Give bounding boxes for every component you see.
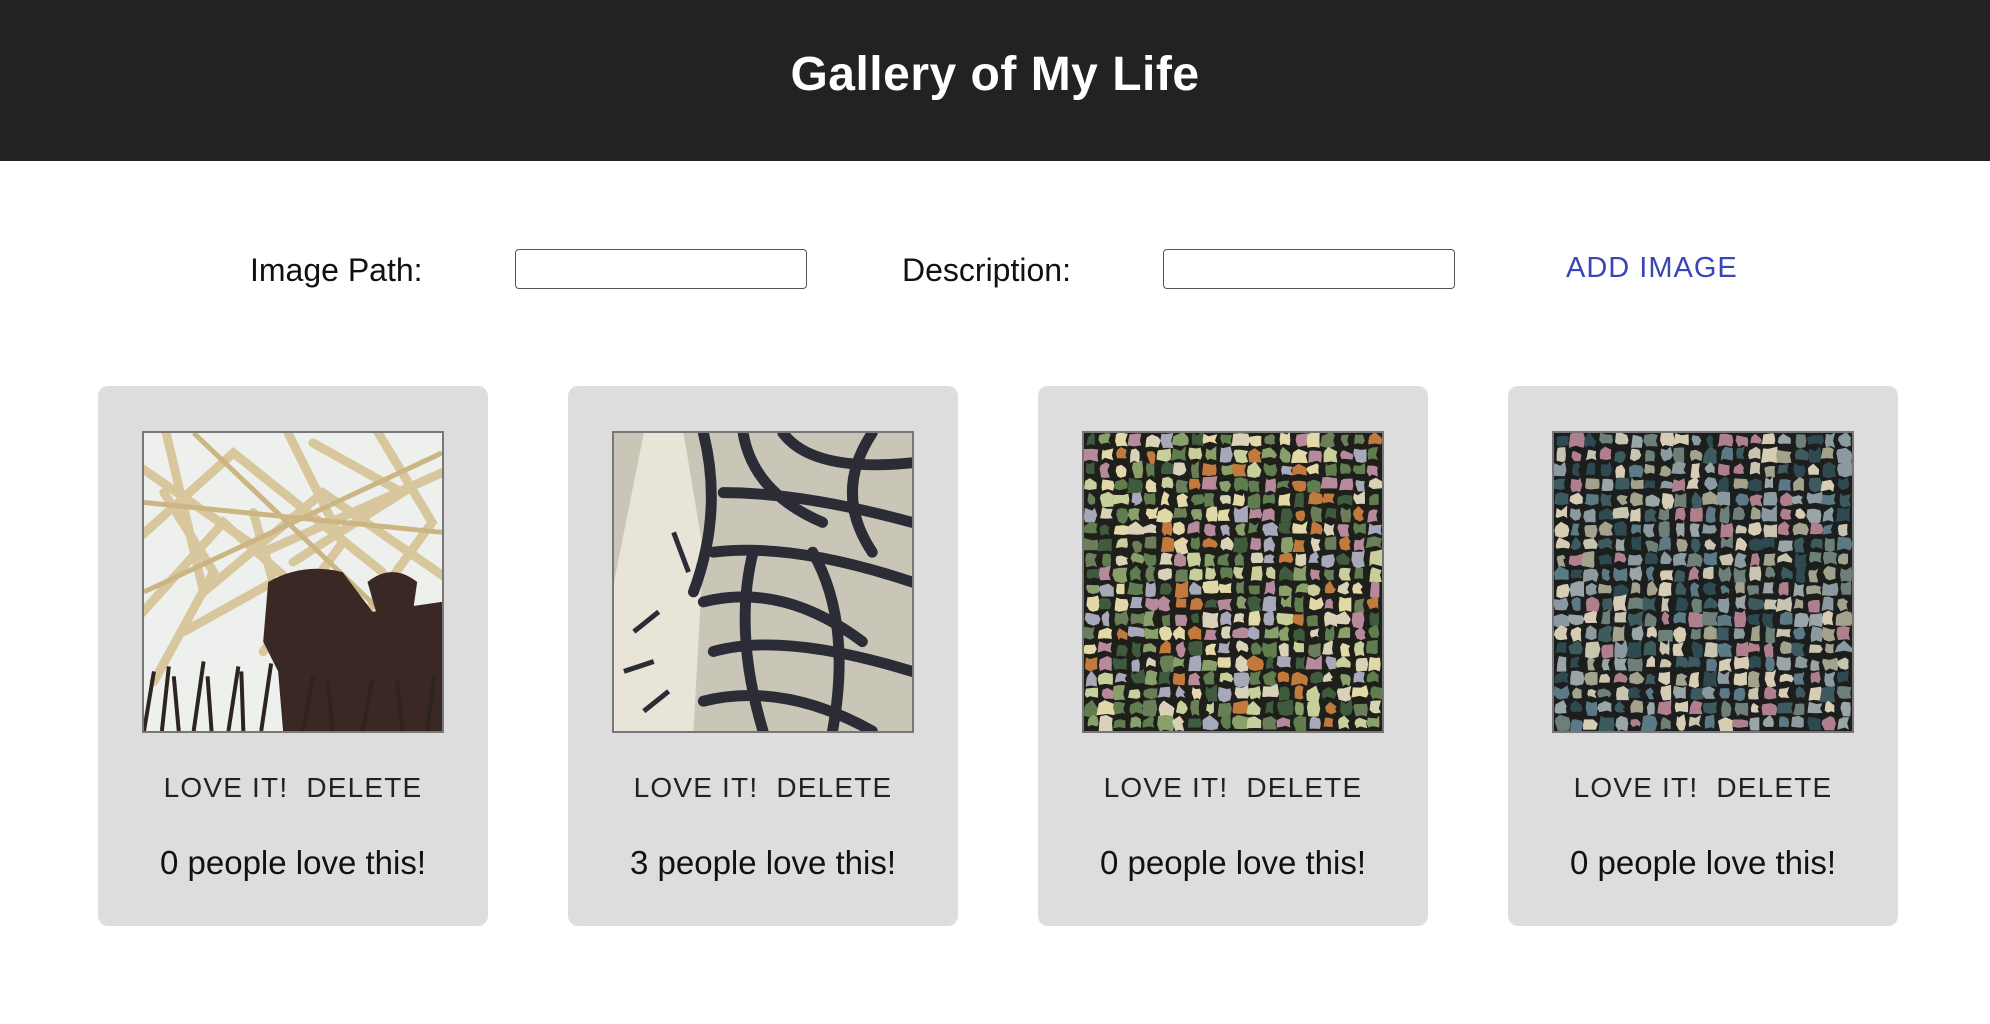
add-image-button[interactable]: ADD IMAGE: [1566, 252, 1738, 285]
gallery-card: LOVE IT! DELETE 0 people love this!: [1038, 386, 1428, 926]
delete-button[interactable]: DELETE: [306, 772, 422, 803]
page-title: Gallery of My Life: [790, 48, 1200, 101]
add-image-form: Image Path: Description: ADD IMAGE: [0, 246, 1990, 294]
image-path-label: Image Path:: [250, 252, 423, 288]
card-actions: LOVE IT! DELETE: [1038, 772, 1428, 804]
gallery-image: [612, 431, 914, 733]
page-header: Gallery of My Life: [0, 0, 1990, 161]
delete-button[interactable]: DELETE: [1246, 772, 1362, 803]
gallery-card: LOVE IT! DELETE 0 people love this!: [1508, 386, 1898, 926]
gallery-image: [142, 431, 444, 733]
gallery-card: LOVE IT! DELETE 0 people love this!: [98, 386, 488, 926]
gallery-image: [1082, 431, 1384, 733]
gallery-card: LOVE IT! DELETE 3 people love this!: [568, 386, 958, 926]
card-actions: LOVE IT! DELETE: [98, 772, 488, 804]
description-label: Description:: [902, 252, 1071, 288]
image-path-input[interactable]: [515, 249, 807, 289]
description-input[interactable]: [1163, 249, 1455, 289]
love-count: 3 people love this!: [629, 844, 896, 881]
love-it-button[interactable]: LOVE IT!: [634, 772, 759, 803]
delete-button[interactable]: DELETE: [776, 772, 892, 803]
love-count: 0 people love this!: [1569, 844, 1836, 881]
card-actions: LOVE IT! DELETE: [568, 772, 958, 804]
love-it-button[interactable]: LOVE IT!: [1574, 772, 1699, 803]
love-count: 0 people love this!: [159, 844, 426, 881]
love-it-button[interactable]: LOVE IT!: [164, 772, 289, 803]
love-it-button[interactable]: LOVE IT!: [1104, 772, 1229, 803]
gallery-image: [1552, 431, 1854, 733]
card-actions: LOVE IT! DELETE: [1508, 772, 1898, 804]
delete-button[interactable]: DELETE: [1716, 772, 1832, 803]
love-count: 0 people love this!: [1099, 844, 1366, 881]
